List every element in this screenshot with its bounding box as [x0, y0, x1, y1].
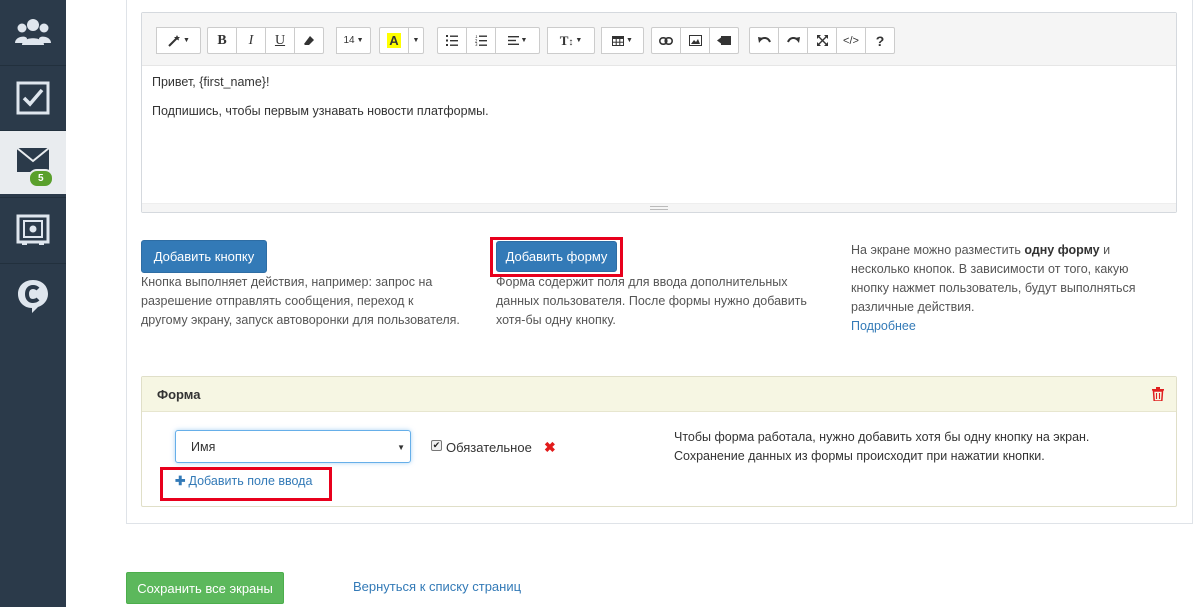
remove-field-icon[interactable]: ✖	[544, 439, 556, 456]
back-to-pages-link[interactable]: Вернуться к списку страниц	[353, 579, 521, 594]
unordered-list-icon	[446, 35, 458, 46]
bullet-list-button[interactable]	[437, 27, 467, 54]
italic-icon: I	[248, 32, 254, 48]
sidebar: 5	[0, 0, 66, 607]
undo-button[interactable]	[749, 27, 779, 54]
add-input-field-link[interactable]: ✚ Добавить поле ввода	[175, 473, 312, 488]
text-color-icon: A	[387, 33, 401, 48]
underline-button[interactable]: U	[265, 27, 295, 54]
text-height-icon: T↕	[559, 32, 574, 48]
video-icon	[717, 36, 731, 45]
color-button[interactable]: A	[379, 27, 409, 54]
fullscreen-button[interactable]	[807, 27, 837, 54]
checkbox-icon	[16, 81, 50, 114]
sidebar-item-users[interactable]	[0, 0, 66, 64]
info-text: На экране можно разместить одну форму и …	[851, 243, 1136, 333]
code-view-button[interactable]: </>	[836, 27, 866, 54]
font-size-button[interactable]: 14 ▼	[336, 27, 371, 54]
clear-format-button[interactable]	[294, 27, 324, 54]
field-type-select[interactable]: Имя ▼	[175, 430, 411, 463]
magic-wand-icon	[168, 34, 181, 47]
users-icon	[15, 19, 51, 45]
add-button-description: Кнопка выполняет действия, например: зап…	[141, 275, 460, 327]
color-dropdown-button[interactable]: ▼	[408, 27, 424, 54]
check-icon: ✔	[432, 440, 441, 450]
editor-line-greeting: Привет, {first_name}!	[152, 75, 270, 89]
settings-screen-icon	[16, 214, 50, 245]
form-note: Чтобы форма работала, нужно добавить хот…	[674, 430, 1090, 463]
editor-content[interactable]: Привет, {first_name}! Подпишись, чтобы п…	[152, 73, 489, 131]
required-checkbox[interactable]: ✔	[431, 440, 442, 451]
svg-text:3: 3	[475, 42, 478, 46]
numbered-list-button[interactable]: 123	[466, 27, 496, 54]
add-form-button[interactable]: Добавить форму	[496, 241, 617, 272]
help-icon: ?	[875, 32, 885, 49]
expand-icon	[816, 35, 828, 46]
trash-icon	[1152, 387, 1164, 402]
redo-icon	[786, 36, 800, 43]
link-icon	[659, 36, 673, 45]
align-icon	[507, 36, 519, 45]
redo-button[interactable]	[778, 27, 808, 54]
delete-form-button[interactable]	[1152, 387, 1164, 404]
bold-icon: B	[217, 32, 227, 48]
eraser-icon	[304, 35, 314, 45]
unread-badge: 5	[28, 169, 54, 188]
paragraph-align-button[interactable]: ▼	[495, 27, 540, 54]
sidebar-item-tasks[interactable]	[0, 65, 66, 129]
sidebar-item-mailings[interactable]: 5	[0, 130, 66, 194]
add-button-button[interactable]: Добавить кнопку	[141, 240, 267, 273]
table-button[interactable]: ▼	[601, 27, 644, 54]
editor-resize-handle[interactable]	[142, 203, 1176, 212]
italic-button[interactable]: I	[236, 27, 266, 54]
chevron-down-icon: ▼	[397, 443, 405, 452]
link-button[interactable]	[651, 27, 681, 54]
editor-line-subscribe: Подпишись, чтобы первым узнавать новости…	[152, 104, 489, 118]
image-button[interactable]	[680, 27, 710, 54]
picture-icon	[688, 35, 702, 46]
grip-icon	[650, 206, 668, 210]
form-panel-title: Форма	[157, 386, 201, 402]
sidebar-item-chat[interactable]	[0, 263, 66, 327]
table-icon	[612, 35, 625, 46]
more-info-link[interactable]: Подробнее	[851, 319, 916, 333]
video-button[interactable]	[709, 27, 739, 54]
undo-icon	[757, 36, 771, 43]
help-button[interactable]: ?	[865, 27, 895, 54]
add-form-description: Форма содержит поля для ввода дополнител…	[496, 275, 807, 327]
editor-toolbar: ▼ B I U 14 ▼ A ▼ 123 ▼ T↕ ▼ ▼ </> ?	[142, 13, 1176, 66]
line-height-button[interactable]: T↕ ▼	[547, 27, 595, 54]
bold-button[interactable]: B	[207, 27, 237, 54]
chat-c-icon	[18, 279, 48, 313]
underline-icon: U	[274, 32, 286, 48]
magic-style-button[interactable]: ▼	[156, 27, 201, 54]
rich-text-editor: ▼ B I U 14 ▼ A ▼ 123 ▼ T↕ ▼ ▼ </> ? Прив…	[141, 12, 1177, 213]
ordered-list-icon: 123	[475, 35, 487, 46]
code-icon: </>	[843, 34, 859, 47]
required-label: Обязательное	[446, 440, 532, 455]
save-all-screens-button[interactable]: Сохранить все экраны	[126, 572, 284, 604]
sidebar-item-screens[interactable]	[0, 197, 66, 261]
plus-icon: ✚	[175, 474, 186, 488]
